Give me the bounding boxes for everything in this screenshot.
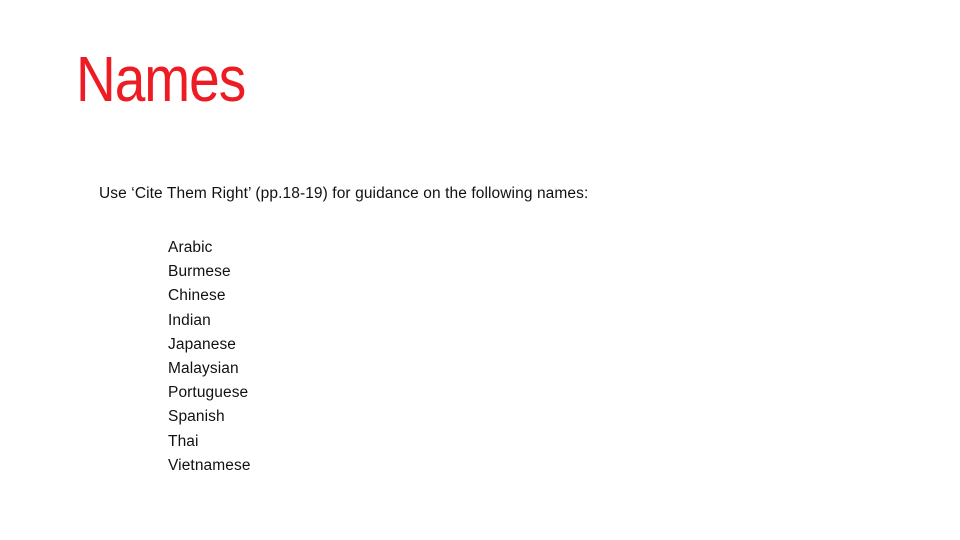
list-item: Spanish	[168, 408, 225, 426]
list-item: Arabic	[168, 239, 213, 256]
page-title: Names	[76, 43, 246, 115]
list-item: Burmese	[168, 263, 231, 281]
list-item: Vietnamese	[168, 456, 251, 474]
list-item: Malaysian	[168, 360, 239, 378]
intro-text: Use ‘Cite Them Right’ (pp.18-19) for gui…	[99, 185, 589, 202]
list-item: Portuguese	[168, 384, 249, 402]
list-item: Thai	[168, 432, 199, 450]
list-item: Chinese	[168, 287, 226, 305]
names-list: Arabic Burmese Chinese Indian Japanese M…	[168, 236, 251, 478]
slide-body: Use ‘Cite Them Right’ (pp.18-19) for gui…	[99, 184, 879, 474]
list-item: Japanese	[168, 335, 237, 353]
list-item: Indian	[168, 311, 211, 329]
slide: Names Use ‘Cite Them Right’ (pp.18-19) f…	[0, 0, 960, 540]
